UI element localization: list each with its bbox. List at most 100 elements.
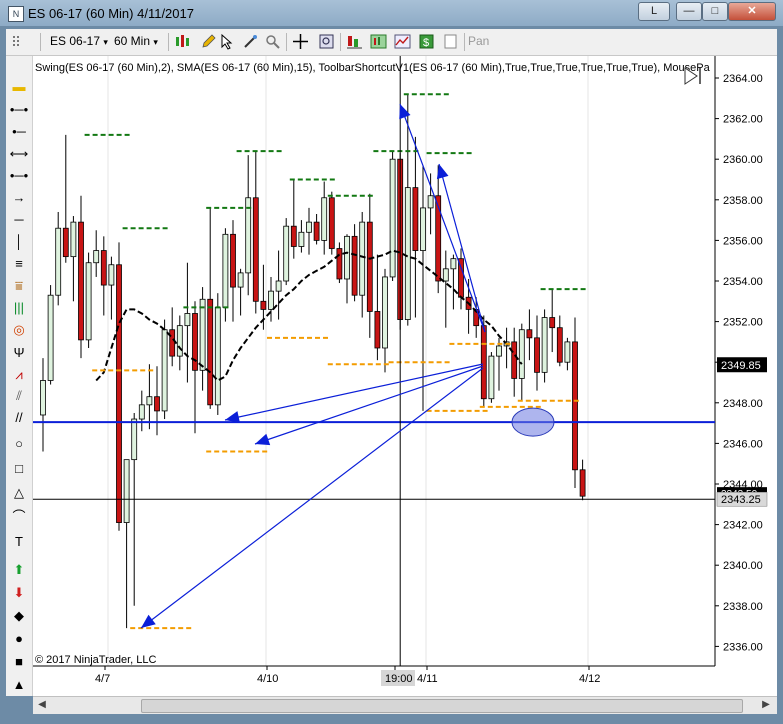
fib-extension-icon[interactable]: ⩸ — [9, 277, 29, 295]
up-candle — [344, 235, 350, 280]
up-candle — [541, 317, 548, 373]
up-candle — [404, 187, 411, 320]
triangle-icon[interactable]: △ — [9, 484, 29, 502]
up-candle — [488, 355, 495, 400]
down-candle — [556, 327, 563, 363]
arrow-down-icon[interactable]: ⬇ — [9, 584, 29, 602]
chart-style-icon[interactable] — [174, 33, 191, 50]
highlight-tool-icon[interactable]: ▬ — [9, 78, 29, 96]
down-candle — [62, 227, 69, 258]
up-candle — [131, 418, 138, 461]
chart-panel[interactable]: 2364.00 2362.00 2360.00 2358.00 2356.00 2354.… — [33, 56, 777, 696]
up-candle — [359, 221, 366, 296]
up-candle — [420, 207, 426, 251]
down-candle — [435, 195, 442, 282]
down-candle — [579, 469, 586, 497]
up-candle — [199, 298, 206, 371]
up-candle — [496, 345, 502, 357]
down-candle — [351, 235, 358, 296]
scroll-left-icon[interactable]: ◀ — [35, 698, 49, 712]
title-bar[interactable]: N ES 06-17 (60 Min) 4/11/2017 L — □ ✕ — [0, 0, 783, 26]
interval-selector[interactable]: 60 Min ▾ — [114, 34, 158, 48]
app-icon: N — [8, 6, 24, 22]
fib-retracement-icon[interactable]: ≡ — [9, 255, 29, 273]
last-price-label: 2349.85 — [721, 360, 761, 372]
zoom-icon[interactable] — [264, 33, 281, 50]
extended-line-icon[interactable]: ⟷ — [9, 145, 29, 163]
scroll-right-icon[interactable]: ▶ — [759, 698, 773, 712]
up-candle — [382, 276, 388, 349]
ray-icon[interactable]: •─ — [9, 123, 29, 141]
indicators-icon[interactable] — [370, 33, 387, 50]
close-button[interactable]: ✕ — [728, 2, 776, 21]
pointer-icon[interactable] — [218, 33, 235, 50]
rectangle-icon[interactable]: □ — [9, 460, 29, 478]
regression-channel-icon[interactable]: ⫽ — [9, 387, 29, 405]
fib-time-extension-icon[interactable]: ||| — [9, 299, 29, 317]
up-candle — [427, 195, 434, 209]
triangle-up-icon[interactable]: ▲ — [9, 676, 29, 694]
horizontal-line-marker-icon[interactable]: •─• — [9, 101, 29, 119]
svg-text:$: $ — [423, 37, 429, 49]
price-tick-label: 2340.00 — [723, 560, 763, 572]
up-candle — [123, 459, 130, 523]
price-tick-label: 2362.00 — [723, 114, 763, 126]
chart-window: N ES 06-17 (60 Min) 4/11/2017 L — □ ✕ ES… — [0, 0, 783, 724]
gann-fan-icon[interactable]: ⩘ — [9, 366, 29, 384]
down-candle — [116, 264, 122, 523]
highlight-ellipse — [511, 407, 555, 437]
up-candle — [146, 396, 153, 406]
magic-wand-icon[interactable] — [242, 33, 259, 50]
fib-circle-icon[interactable]: ◎ — [9, 321, 29, 339]
crosshair-price-label: 2343.25 — [721, 494, 761, 506]
down-candle — [252, 197, 259, 302]
ellipse-icon[interactable]: ○ — [9, 435, 29, 453]
vertical-line-icon[interactable]: │ — [9, 233, 29, 251]
dot-icon[interactable]: ● — [9, 630, 29, 648]
down-candle — [336, 248, 343, 280]
pencil-draw-icon[interactable] — [200, 33, 217, 50]
crosshair-icon[interactable] — [292, 33, 309, 50]
time-tick-label: 4/10 — [257, 673, 278, 685]
maximize-button[interactable]: □ — [702, 2, 728, 21]
strategy-icon[interactable] — [346, 33, 363, 50]
link-button[interactable]: L — [638, 2, 670, 21]
price-tick-label: 2356.00 — [723, 235, 763, 247]
text-icon[interactable]: T — [9, 533, 29, 551]
line-icon[interactable]: •─• — [9, 167, 29, 185]
square-icon[interactable]: ■ — [9, 653, 29, 671]
chart-trader-icon[interactable] — [394, 33, 411, 50]
diamond-icon[interactable]: ◆ — [9, 607, 29, 625]
price-tick-label: 2338.00 — [723, 601, 763, 613]
andrews-pitchfork-icon[interactable]: Ψ — [9, 344, 29, 362]
arrow-up-icon[interactable]: ⬆ — [9, 561, 29, 579]
up-candle — [93, 250, 100, 264]
trend-channel-icon[interactable]: // — [9, 409, 29, 427]
up-candle — [108, 264, 115, 286]
arc-icon[interactable]: ⌒ — [9, 508, 29, 526]
properties-icon[interactable]: $ — [418, 33, 435, 50]
down-candle — [78, 221, 84, 341]
time-tick-label: 4/12 — [579, 673, 600, 685]
data-box-icon[interactable] — [318, 33, 335, 50]
scroll-thumb[interactable] — [141, 699, 743, 713]
up-candle — [222, 233, 229, 308]
minimize-button[interactable]: — — [676, 2, 702, 21]
down-candle — [366, 221, 373, 312]
up-candle — [564, 341, 571, 363]
up-candle — [283, 225, 290, 282]
toolbar-separator — [40, 33, 41, 51]
indicator-label: Swing(ES 06-17 (60 Min),2), SMA(ES 06-17… — [35, 62, 711, 74]
up-candle — [70, 221, 77, 258]
chart-background — [33, 56, 777, 696]
pan-button[interactable]: Pan — [468, 34, 489, 48]
horizontal-scrollbar[interactable]: ◀ ▶ — [33, 696, 777, 714]
price-chart[interactable]: 2364.00 2362.00 2360.00 2358.00 2356.00 2354.… — [33, 56, 777, 696]
down-candle — [572, 341, 578, 471]
arrow-line-icon[interactable]: → — [9, 189, 29, 207]
instrument-selector[interactable]: ES 06-17 ▾ — [50, 34, 108, 48]
chart-toolbar: ES 06-17 ▾ 60 Min ▾ $ Pan — [6, 29, 777, 56]
snapshot-icon[interactable] — [442, 33, 459, 50]
price-tick-label: 2358.00 — [723, 195, 763, 207]
horizontal-line-icon[interactable]: ─ — [9, 211, 29, 229]
